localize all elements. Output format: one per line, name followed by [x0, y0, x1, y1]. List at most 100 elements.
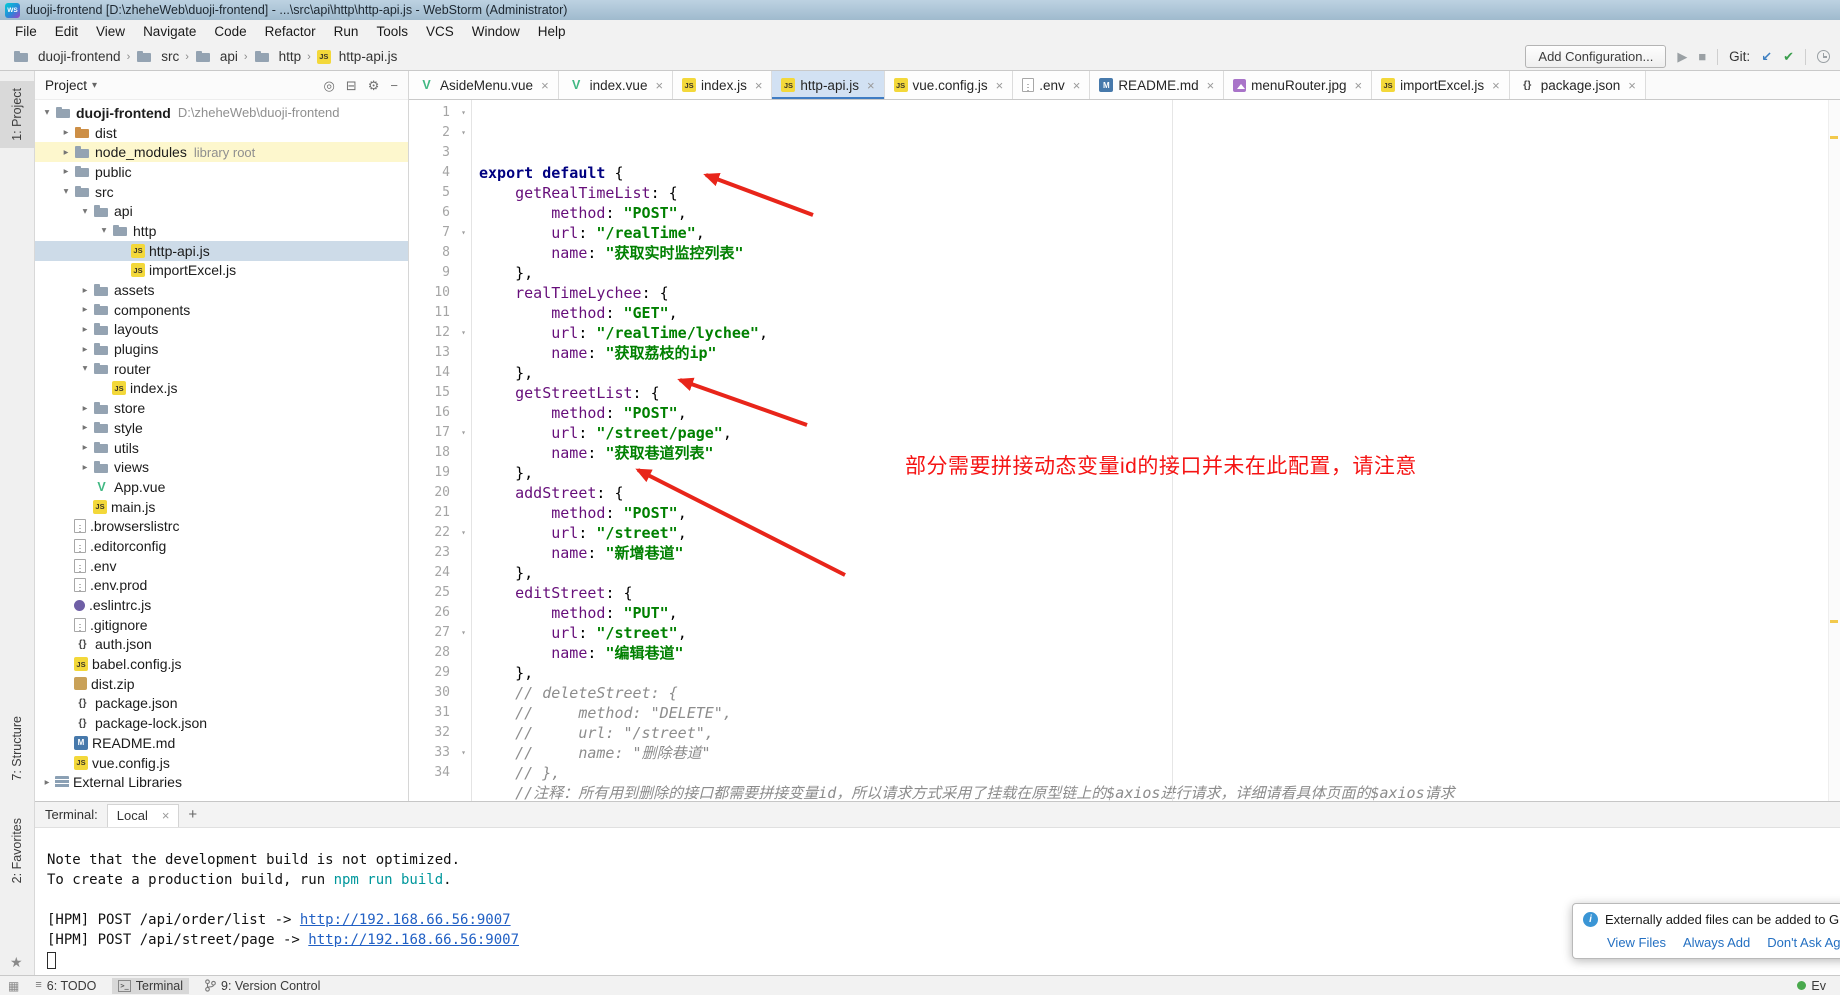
code-line[interactable]: }, [479, 263, 1840, 283]
hide-panel-icon[interactable]: − [390, 79, 398, 92]
chevron-icon[interactable]: ▾ [39, 107, 55, 118]
close-icon[interactable]: × [162, 808, 170, 823]
tree-item-main.js[interactable]: JSmain.js [35, 497, 408, 517]
breadcrumb-item-http[interactable]: http [251, 47, 305, 67]
tree-item-duoji-frontend[interactable]: ▾duoji-frontendD:\zheheWeb\duoji-fronten… [35, 103, 408, 123]
code-line[interactable]: // url: "/street", [479, 723, 1840, 743]
tree-item-importExcel.js[interactable]: JSimportExcel.js [35, 261, 408, 281]
tree-item-components[interactable]: ▸components [35, 300, 408, 320]
tab-package.json[interactable]: {}package.json× [1510, 71, 1646, 99]
tree-item-utils[interactable]: ▸utils [35, 438, 408, 458]
tree-item-http-api.js[interactable]: JShttp-api.js [35, 241, 408, 261]
tree-item-index.js[interactable]: JSindex.js [35, 379, 408, 399]
fold-marker-icon[interactable]: ▾ [456, 123, 471, 143]
code-line[interactable]: name: "新增巷道" [479, 543, 1840, 563]
code-line[interactable]: name: "获取荔枝的ip" [479, 343, 1840, 363]
status-version-control[interactable]: 9: Version Control [199, 978, 326, 994]
notification-action[interactable]: View Files [1607, 935, 1666, 950]
tab-http-api.js[interactable]: JShttp-api.js× [772, 71, 884, 99]
tab-.env[interactable]: .env× [1013, 71, 1090, 99]
chevron-icon[interactable]: ▸ [77, 403, 93, 414]
notification-action[interactable]: Always Add [1683, 935, 1750, 950]
chevron-down-icon[interactable]: ▾ [92, 80, 97, 91]
tree-item-auth.json[interactable]: {}auth.json [35, 635, 408, 655]
close-icon[interactable]: × [755, 78, 763, 93]
code-line[interactable]: realTimeLychee: { [479, 283, 1840, 303]
close-icon[interactable]: × [655, 78, 663, 93]
code-line[interactable]: // }, [479, 763, 1840, 783]
chevron-icon[interactable]: ▸ [77, 324, 93, 335]
tree-item-package-lock.json[interactable]: {}package-lock.json [35, 713, 408, 733]
code-line[interactable]: url: "/realTime/lychee", [479, 323, 1840, 343]
code-line[interactable]: url: "/street", [479, 623, 1840, 643]
menu-refactor[interactable]: Refactor [256, 22, 325, 41]
menu-edit[interactable]: Edit [46, 22, 87, 41]
tab-importExcel.js[interactable]: JSimportExcel.js× [1372, 71, 1510, 99]
code-line[interactable]: // method: "DELETE", [479, 703, 1840, 723]
menu-window[interactable]: Window [463, 22, 529, 41]
menu-tools[interactable]: Tools [367, 22, 417, 41]
tree-item-.env.prod[interactable]: .env.prod [35, 576, 408, 596]
code-line[interactable]: url: "/street", [479, 523, 1840, 543]
tab-README.md[interactable]: MREADME.md× [1090, 71, 1224, 99]
tree-item-External Libraries[interactable]: ▸External Libraries [35, 772, 408, 792]
code-line[interactable]: name: "编辑巷道" [479, 643, 1840, 663]
close-icon[interactable]: × [1073, 78, 1081, 93]
breadcrumb-item-src[interactable]: src [133, 47, 182, 67]
tree-item-README.md[interactable]: MREADME.md [35, 733, 408, 753]
chevron-icon[interactable]: ▸ [58, 166, 74, 177]
code-line[interactable]: editStreet: { [479, 583, 1840, 603]
close-icon[interactable]: × [996, 78, 1004, 93]
code-line[interactable]: url: "/realTime", [479, 223, 1840, 243]
close-icon[interactable]: × [867, 78, 875, 93]
chevron-icon[interactable]: ▸ [77, 285, 93, 296]
close-icon[interactable]: × [1628, 78, 1636, 93]
tree-item-node_modules[interactable]: ▸node_moduleslibrary root [35, 142, 408, 162]
project-panel-title[interactable]: Project [45, 78, 87, 93]
code-line[interactable]: //注释：所有用到删除的接口都需要拼接变量id，所以请求方式采用了挂载在原型链上… [479, 783, 1840, 801]
chevron-icon[interactable]: ▸ [77, 462, 93, 473]
settings-gear-icon[interactable]: ⚙ [368, 79, 380, 92]
git-update-icon[interactable]: ↙ [1761, 50, 1772, 63]
code-line[interactable]: method: "POST", [479, 203, 1840, 223]
chevron-icon[interactable]: ▾ [77, 363, 93, 374]
tree-item-.eslintrc.js[interactable]: .eslintrc.js [35, 595, 408, 615]
menu-view[interactable]: View [87, 22, 134, 41]
tree-item-src[interactable]: ▾src [35, 182, 408, 202]
toolwindow-switcher-icon[interactable]: ▦ [8, 980, 19, 992]
breadcrumb-item-duoji-frontend[interactable]: duoji-frontend [10, 47, 124, 67]
status-todo[interactable]: ≡ 6: TODO [29, 978, 102, 994]
code-line[interactable]: // name: "删除巷道" [479, 743, 1840, 763]
tree-item-layouts[interactable]: ▸layouts [35, 320, 408, 340]
add-configuration-button[interactable]: Add Configuration... [1525, 45, 1666, 68]
code-line[interactable]: addStreet: { [479, 483, 1840, 503]
chevron-icon[interactable]: ▾ [58, 186, 74, 197]
status-terminal[interactable]: >_ Terminal [112, 978, 189, 994]
tree-item-.env[interactable]: .env [35, 556, 408, 576]
tree-item-api[interactable]: ▾api [35, 201, 408, 221]
run-icon[interactable]: ▶ [1677, 50, 1687, 63]
tree-item-assets[interactable]: ▸assets [35, 280, 408, 300]
tree-item-vue.config.js[interactable]: JSvue.config.js [35, 753, 408, 773]
tree-item-App.vue[interactable]: VApp.vue [35, 477, 408, 497]
menu-vcs[interactable]: VCS [417, 22, 463, 41]
code-line[interactable]: export default { [479, 163, 1840, 183]
code-line[interactable]: }, [479, 663, 1840, 683]
code-line[interactable]: method: "GET", [479, 303, 1840, 323]
tree-item-public[interactable]: ▸public [35, 162, 408, 182]
code-line[interactable]: }, [479, 363, 1840, 383]
code-line[interactable]: url: "/street/page", [479, 423, 1840, 443]
error-stripe-scrollbar[interactable] [1828, 100, 1840, 801]
tree-item-http[interactable]: ▾http [35, 221, 408, 241]
chevron-icon[interactable]: ▾ [96, 225, 112, 236]
code-line[interactable]: getStreetList: { [479, 383, 1840, 403]
menu-file[interactable]: File [6, 22, 46, 41]
toolwindow-structure-button[interactable]: 7: Structure [0, 709, 34, 788]
fold-marker-icon[interactable]: ▾ [456, 623, 471, 643]
close-icon[interactable]: × [1207, 78, 1215, 93]
tab-vue.config.js[interactable]: JSvue.config.js× [885, 71, 1014, 99]
tree-item-.gitignore[interactable]: .gitignore [35, 615, 408, 635]
chevron-icon[interactable]: ▸ [58, 147, 74, 158]
fold-marker-icon[interactable]: ▾ [456, 523, 471, 543]
menu-code[interactable]: Code [205, 22, 255, 41]
